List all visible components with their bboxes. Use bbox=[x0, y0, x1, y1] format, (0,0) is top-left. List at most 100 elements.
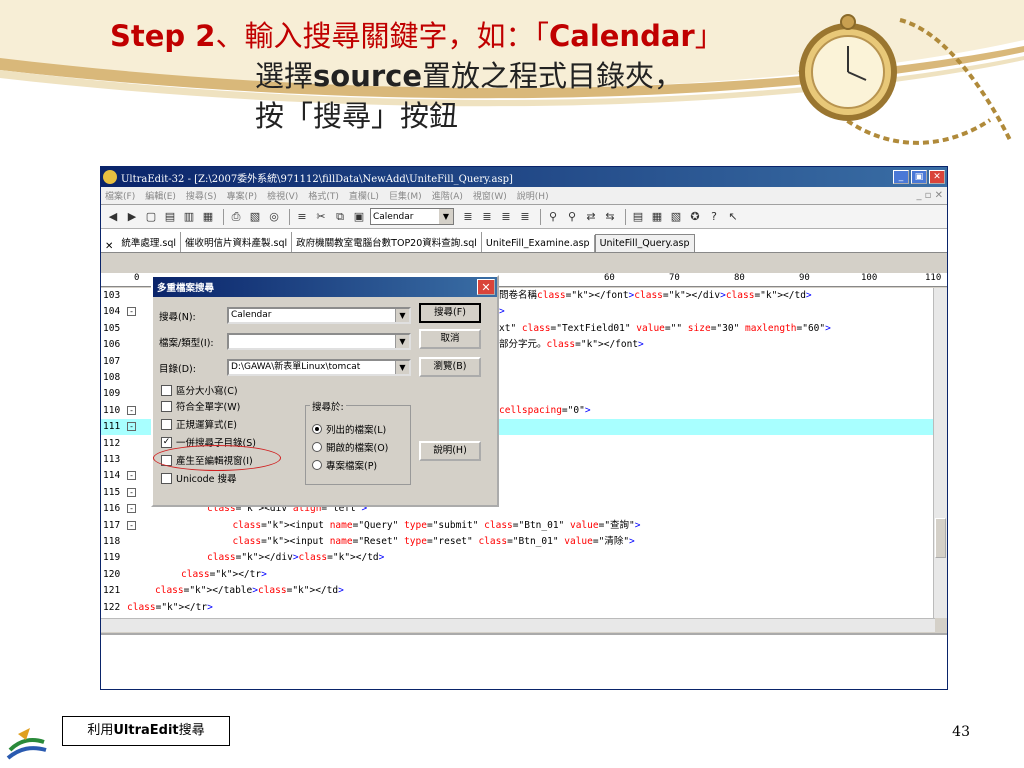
menu-file[interactable]: 檔案(F) bbox=[105, 189, 135, 202]
menu-macro[interactable]: 巨集(M) bbox=[389, 189, 422, 202]
paste-icon[interactable]: ▣ bbox=[351, 209, 367, 225]
tab-file-3[interactable]: 政府機關教室電腦台數TOP20資料查詢.sql bbox=[292, 232, 482, 252]
window-list-icon[interactable]: ▤ bbox=[630, 209, 646, 225]
find-combo[interactable]: Calendar ▼ bbox=[370, 208, 454, 225]
line-number: 108 bbox=[103, 372, 121, 383]
radio-listed-files[interactable]: 列出的檔案(L) bbox=[312, 422, 386, 436]
forward-arrow-icon[interactable]: ▶ bbox=[124, 209, 140, 225]
align-left-icon[interactable]: ≣ bbox=[460, 209, 476, 225]
unicode-search-checkbox[interactable]: Unicode 搜尋 bbox=[161, 471, 237, 485]
code-line[interactable]: 122 class="k"></tr> bbox=[101, 600, 935, 616]
browse-button[interactable]: 瀏覽(B) bbox=[419, 357, 481, 377]
fold-toggle-icon[interactable]: - bbox=[127, 487, 136, 497]
find-combo-value: Calendar bbox=[373, 211, 414, 222]
code-line[interactable]: 121 class="k"></table>class="k"></td> bbox=[101, 583, 935, 599]
minimize-icon[interactable]: _ bbox=[893, 170, 909, 184]
binoculars-icon[interactable]: ◎ bbox=[266, 209, 282, 225]
replace-icon[interactable]: ⇄ bbox=[583, 209, 599, 225]
tile-icon[interactable]: ▦ bbox=[649, 209, 665, 225]
slide-title: Step 2、輸入搜尋關鍵字，如：「Calendar」 選擇source置放之程… bbox=[110, 16, 810, 136]
menu-help[interactable]: 說明(H) bbox=[517, 189, 549, 202]
menu-view[interactable]: 檢視(V) bbox=[267, 189, 298, 202]
window-titlebar[interactable]: UltraEdit-32 - [Z:\2007委外系統\971112\fillD… bbox=[101, 167, 947, 187]
radio-project-files[interactable]: 專案檔案(P) bbox=[312, 458, 377, 472]
cut-icon[interactable]: ✂ bbox=[313, 209, 329, 225]
keyword-label: Calendar bbox=[548, 19, 695, 53]
open-folder-icon[interactable]: ▤ bbox=[162, 209, 178, 225]
chevron-down-icon[interactable]: ▼ bbox=[439, 209, 453, 224]
print-preview-icon[interactable]: ▧ bbox=[247, 209, 263, 225]
align-center-icon[interactable]: ≣ bbox=[479, 209, 495, 225]
dialog-close-icon[interactable]: ✕ bbox=[477, 279, 495, 295]
search-input[interactable]: Calendar ▼ bbox=[227, 307, 411, 324]
align-right-icon[interactable]: ≣ bbox=[498, 209, 514, 225]
fold-toggle-icon[interactable]: - bbox=[127, 504, 136, 514]
find-icon[interactable]: ⚲ bbox=[545, 209, 561, 225]
menu-format[interactable]: 格式(T) bbox=[308, 189, 339, 202]
replace-in-files-icon[interactable]: ⇆ bbox=[602, 209, 618, 225]
radio-dot bbox=[312, 442, 322, 452]
context-help-icon[interactable]: ↖ bbox=[725, 209, 741, 225]
tab-file-4[interactable]: UniteFill_Examine.asp bbox=[482, 235, 595, 252]
find-in-files-icon[interactable]: ⚲ bbox=[564, 209, 580, 225]
menu-advanced[interactable]: 進階(A) bbox=[432, 189, 463, 202]
dialog-title: 多重檔案搜尋 bbox=[153, 277, 497, 297]
code-line[interactable]: 117- class="k"><input name="Query" type=… bbox=[101, 518, 935, 534]
chevron-down-icon[interactable]: ▼ bbox=[395, 361, 409, 374]
close-icon[interactable]: ✕ bbox=[929, 170, 945, 184]
search-in-group: 搜尋於: 列出的檔案(L) 開啟的檔案(O) 專案檔案(P) bbox=[305, 399, 411, 485]
cancel-button[interactable]: 取消 bbox=[419, 329, 481, 349]
group-title: 搜尋於: bbox=[310, 399, 346, 413]
code-line[interactable]: 120 class="k"></tr> bbox=[101, 567, 935, 583]
code-text: xt" class="TextField01" value="" size="3… bbox=[499, 322, 831, 334]
copy-icon[interactable]: ⧉ bbox=[332, 209, 348, 225]
case-sensitive-checkbox[interactable]: 區分大小寫(C) bbox=[161, 383, 238, 397]
fold-toggle-icon[interactable]: - bbox=[127, 422, 136, 432]
word-wrap-icon[interactable]: ≡ bbox=[294, 209, 310, 225]
new-file-icon[interactable]: ▢ bbox=[143, 209, 159, 225]
radio-label: 專案檔案(P) bbox=[326, 461, 378, 472]
menu-edit[interactable]: 編輯(E) bbox=[145, 189, 176, 202]
radio-open-files[interactable]: 開啟的檔案(O) bbox=[312, 440, 388, 454]
help-button[interactable]: 說明(H) bbox=[419, 441, 481, 461]
search-button[interactable]: 搜尋(F) bbox=[419, 303, 481, 323]
line-number: 116 bbox=[103, 503, 121, 515]
mdi-controls-icon[interactable]: _ ▫ ✕ bbox=[916, 190, 943, 201]
code-line[interactable]: 118 class="k"><input name="Reset" type="… bbox=[101, 534, 935, 550]
vertical-scrollbar[interactable] bbox=[933, 288, 947, 618]
vertical-scroll-thumb[interactable] bbox=[935, 518, 946, 558]
cascade-icon[interactable]: ▧ bbox=[668, 209, 684, 225]
directory-input[interactable]: D:\GAWA\新表單Linux\tomcat ▼ bbox=[227, 359, 411, 376]
ruler-mark: 70 bbox=[669, 273, 680, 283]
fold-toggle-icon[interactable]: - bbox=[127, 405, 136, 415]
fold-toggle-icon[interactable]: - bbox=[127, 520, 136, 530]
tools-icon[interactable]: ✪ bbox=[687, 209, 703, 225]
fold-toggle-icon[interactable]: - bbox=[127, 471, 136, 481]
horizontal-scrollbar[interactable] bbox=[101, 618, 935, 632]
code-text: class="k"></table>class="k"></td> bbox=[155, 585, 344, 597]
code-line[interactable]: 119 class="k"></div>class="k"></td> bbox=[101, 550, 935, 566]
menu-column[interactable]: 直欄(L) bbox=[349, 189, 379, 202]
tab-file-1[interactable]: 統準處理.sql bbox=[117, 232, 182, 252]
menu-project[interactable]: 專案(P) bbox=[227, 189, 257, 202]
menu-search[interactable]: 搜尋(S) bbox=[186, 189, 217, 202]
tab-file-2[interactable]: 催收明信片資料產製.sql bbox=[181, 232, 293, 252]
tab-file-5-active[interactable]: UniteFill_Query.asp bbox=[594, 234, 695, 252]
help-icon[interactable]: ? bbox=[706, 209, 722, 225]
close-file-icon[interactable]: ▥ bbox=[181, 209, 197, 225]
chevron-down-icon[interactable]: ▼ bbox=[395, 309, 409, 322]
justify-icon[interactable]: ≣ bbox=[517, 209, 533, 225]
regex-checkbox[interactable]: 正規運算式(E) bbox=[161, 417, 237, 431]
whole-word-checkbox[interactable]: 符合全單字(W) bbox=[161, 399, 240, 413]
filetype-input[interactable]: ▼ bbox=[227, 333, 411, 350]
print-icon[interactable]: ⎙ bbox=[228, 209, 244, 225]
code-text: > bbox=[499, 306, 505, 318]
maximize-icon[interactable]: ▣ bbox=[911, 170, 927, 184]
back-arrow-icon[interactable]: ◀ bbox=[105, 209, 121, 225]
save-icon[interactable]: ▦ bbox=[200, 209, 216, 225]
title-text-2a: 選擇 bbox=[255, 59, 314, 93]
menu-window[interactable]: 視窗(W) bbox=[473, 189, 507, 202]
chevron-down-icon[interactable]: ▼ bbox=[395, 335, 409, 348]
close-tab-icon[interactable]: ✕ bbox=[105, 241, 113, 252]
fold-toggle-icon[interactable]: - bbox=[127, 307, 136, 317]
